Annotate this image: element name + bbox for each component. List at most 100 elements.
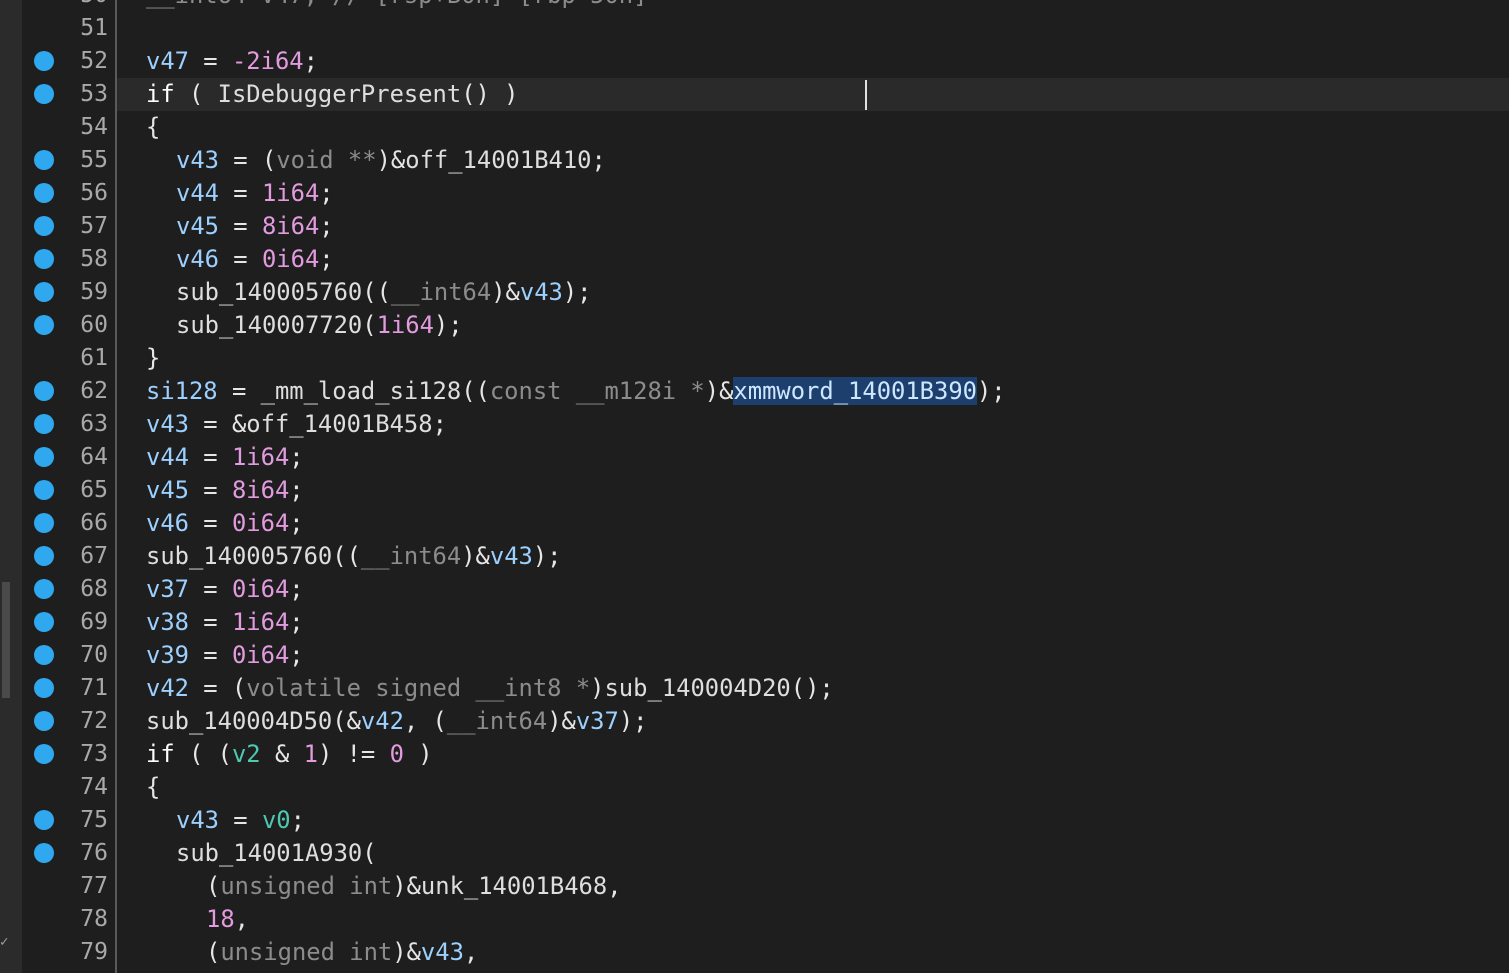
code-token[interactable]: volatile signed __int8 *: [246, 674, 590, 702]
selected-identifier[interactable]: xmmword_14001B390: [733, 377, 977, 405]
code-token[interactable]: 1i64: [262, 179, 319, 207]
code-token[interactable]: =: [219, 179, 262, 207]
code-token[interactable]: );: [563, 278, 592, 306]
code-token[interactable]: = (: [219, 146, 276, 174]
code-line[interactable]: 72 sub_140004D50(&v42, (__int64)&v37);: [0, 705, 1509, 738]
code-token[interactable]: 1i64: [377, 311, 434, 339]
code-token[interactable]: unsigned int: [220, 872, 392, 900]
code-line[interactable]: 67 sub_140005760((__int64)&v43);: [0, 540, 1509, 573]
code-token[interactable]: 1: [304, 740, 318, 768]
code-line[interactable]: 70 v39 = 0i64;: [0, 639, 1509, 672]
code-token[interactable]: 0i64: [232, 641, 289, 669]
code-token[interactable]: )&: [705, 377, 734, 405]
code-text[interactable]: if ( (v2 & 1) != 0 ): [146, 738, 433, 771]
code-token[interactable]: )&: [392, 872, 421, 900]
code-token[interactable]: ;: [289, 476, 303, 504]
code-token[interactable]: (: [362, 839, 376, 867]
code-token[interactable]: v42: [146, 674, 189, 702]
code-token[interactable]: v47: [146, 47, 189, 75]
code-token[interactable]: =: [189, 575, 232, 603]
code-text[interactable]: sub_140005760((__int64)&v43);: [146, 540, 562, 573]
code-token[interactable]: v43: [146, 410, 189, 438]
code-token[interactable]: ( (: [175, 740, 232, 768]
breakpoint-dot[interactable]: [34, 645, 54, 665]
code-token[interactable]: )&: [392, 938, 421, 966]
code-token[interactable]: ((: [362, 278, 391, 306]
code-line[interactable]: 73 if ( (v2 & 1) != 0 ): [0, 738, 1509, 771]
code-line[interactable]: 51: [0, 12, 1509, 45]
code-line[interactable]: 63 v43 = &off_14001B458;: [0, 408, 1509, 441]
breakpoint-dot[interactable]: [34, 282, 54, 302]
code-text[interactable]: sub_14001A930(: [176, 837, 377, 870]
code-token[interactable]: ;: [289, 641, 303, 669]
code-line[interactable]: 61}: [0, 342, 1509, 375]
code-token[interactable]: ;: [291, 806, 305, 834]
code-token[interactable]: =: [189, 641, 232, 669]
code-text[interactable]: sub_140005760((__int64)&v43);: [176, 276, 592, 309]
code-token[interactable]: ,: [607, 872, 621, 900]
code-text[interactable]: (unsigned int)&v43,: [206, 936, 478, 969]
code-token[interactable]: ;: [319, 245, 333, 273]
breakpoint-dot[interactable]: [34, 249, 54, 269]
code-token[interactable]: if: [146, 80, 175, 108]
code-line[interactable]: 71 v42 = (volatile signed __int8 *)sub_14…: [0, 672, 1509, 705]
code-line[interactable]: 53 if ( IsDebuggerPresent() ): [0, 78, 1509, 111]
code-text[interactable]: sub_140007720(1i64);: [176, 309, 463, 342]
code-text[interactable]: v46 = 0i64;: [176, 243, 334, 276]
code-token[interactable]: =: [189, 476, 232, 504]
code-token[interactable]: =: [189, 608, 232, 636]
code-line[interactable]: 58 v46 = 0i64;: [0, 243, 1509, 276]
code-text[interactable]: v43 = &off_14001B458;: [146, 408, 447, 441]
code-line[interactable]: 76 sub_14001A930(: [0, 837, 1509, 870]
code-text[interactable]: v37 = 0i64;: [146, 573, 304, 606]
code-token[interactable]: ;: [592, 146, 606, 174]
code-token[interactable]: v43: [176, 806, 219, 834]
code-text[interactable]: if ( IsDebuggerPresent() ): [146, 78, 519, 111]
code-token[interactable]: ;: [289, 575, 303, 603]
pseudocode-view[interactable]: 50 __int64 v47; // [rsp+B0h] [rbp-50h] 51 5…: [0, 0, 1509, 969]
code-line[interactable]: 64 v44 = 1i64;: [0, 441, 1509, 474]
code-token[interactable]: = &: [189, 410, 246, 438]
breakpoint-dot[interactable]: [34, 843, 54, 863]
breakpoint-dot[interactable]: [34, 183, 54, 203]
code-token[interactable]: v38: [146, 608, 189, 636]
code-token[interactable]: v46: [146, 509, 189, 537]
breakpoint-dot[interactable]: [34, 414, 54, 434]
code-token[interactable]: off_14001B458: [246, 410, 432, 438]
breakpoint-dot[interactable]: [34, 216, 54, 236]
code-token[interactable]: ;: [319, 179, 333, 207]
code-token[interactable]: v46: [176, 245, 219, 273]
code-text[interactable]: v46 = 0i64;: [146, 507, 304, 540]
code-text[interactable]: __int64 v47; // [rsp+B0h] [rbp-50h]: [146, 0, 647, 12]
code-token[interactable]: si128: [146, 377, 218, 405]
code-token[interactable]: );: [434, 311, 463, 339]
code-text[interactable]: v44 = 1i64;: [146, 441, 304, 474]
code-line[interactable]: 55 v43 = (void **)&off_14001B410;: [0, 144, 1509, 177]
code-text[interactable]: v43 = v0;: [176, 804, 305, 837]
code-line[interactable]: 79 (unsigned int)&v43,: [0, 936, 1509, 969]
code-line[interactable]: 77 (unsigned int)&unk_14001B468,: [0, 870, 1509, 903]
code-token[interactable]: __int64 v47; // [rsp+B0h] [rbp-50h]: [146, 0, 647, 9]
code-token[interactable]: sub_140007720: [176, 311, 362, 339]
code-token[interactable]: 0: [390, 740, 404, 768]
code-text[interactable]: (unsigned int)&unk_14001B468,: [206, 870, 622, 903]
code-token[interactable]: v37: [576, 707, 619, 735]
code-token[interactable]: ;: [289, 608, 303, 636]
code-line[interactable]: 66 v46 = 0i64;: [0, 507, 1509, 540]
code-token[interactable]: off_14001B410: [405, 146, 591, 174]
code-text[interactable]: sub_140004D50(&v42, (__int64)&v37);: [146, 705, 647, 738]
code-token[interactable]: sub_14001A930: [176, 839, 362, 867]
breakpoint-dot[interactable]: [34, 810, 54, 830]
code-token[interactable]: const __m128i *: [490, 377, 705, 405]
breakpoint-dot[interactable]: [34, 381, 54, 401]
code-line[interactable]: 78 18,: [0, 903, 1509, 936]
code-line[interactable]: 68 v37 = 0i64;: [0, 573, 1509, 606]
code-token[interactable]: {: [146, 113, 160, 141]
code-text[interactable]: v45 = 8i64;: [146, 474, 304, 507]
code-token[interactable]: 0i64: [262, 245, 319, 273]
code-token[interactable]: v42: [361, 707, 404, 735]
code-token[interactable]: v43: [421, 938, 464, 966]
breakpoint-dot[interactable]: [34, 579, 54, 599]
code-token[interactable]: unk_14001B468: [421, 872, 607, 900]
code-token[interactable]: (: [206, 872, 220, 900]
